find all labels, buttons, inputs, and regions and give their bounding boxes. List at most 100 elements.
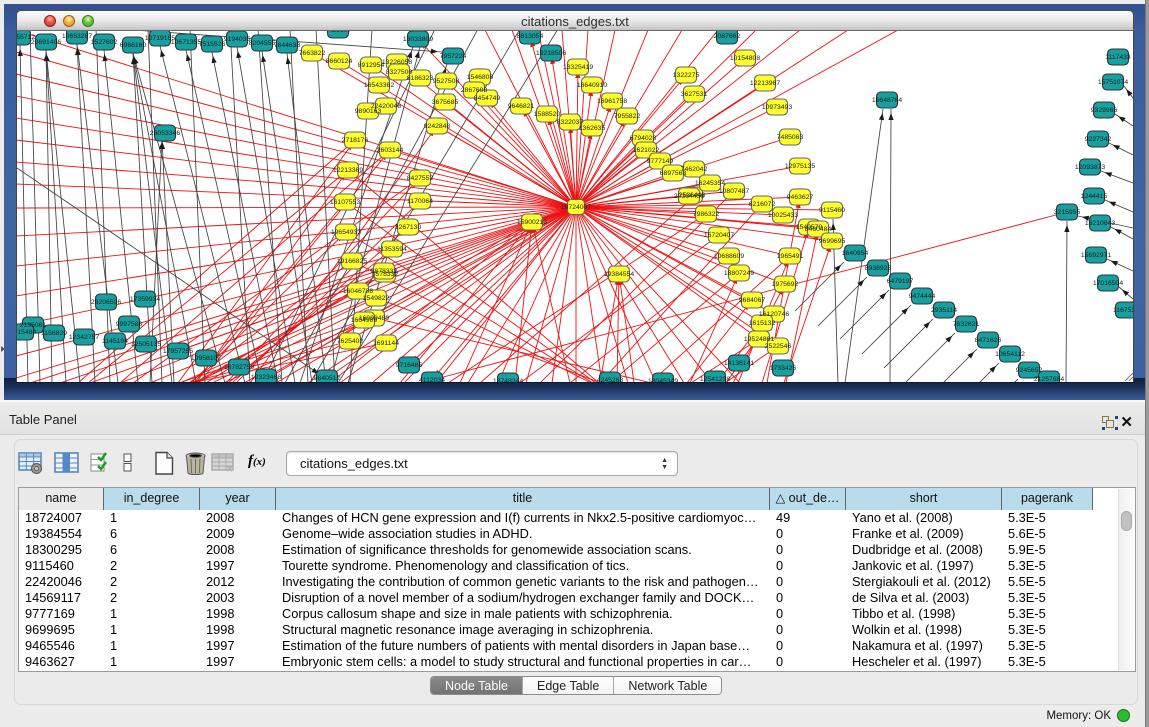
svg-text:8471626: 8471626 (975, 337, 1002, 344)
svg-text:1117433: 1117433 (1105, 54, 1131, 61)
svg-text:1549822: 1549822 (363, 295, 390, 302)
svg-text:9329966: 9329966 (1091, 107, 1118, 114)
svg-text:9684067: 9684067 (739, 297, 766, 304)
svg-text:12541238: 12541238 (700, 376, 730, 382)
svg-text:1604989: 1604989 (351, 317, 378, 324)
svg-text:3215955: 3215955 (1054, 209, 1081, 216)
svg-text:16245354: 16245354 (695, 180, 725, 187)
svg-text:16046788: 16046788 (343, 288, 373, 295)
svg-text:7515526: 7515526 (199, 41, 226, 48)
svg-text:3675685: 3675685 (432, 99, 459, 106)
svg-text:19654933: 19654933 (331, 229, 361, 236)
svg-text:1546808: 1546808 (467, 74, 494, 81)
svg-text:15692971: 15692971 (1081, 252, 1111, 259)
svg-text:22420046: 22420046 (371, 103, 401, 110)
svg-text:9646821: 9646821 (508, 103, 535, 110)
svg-text:6794028: 6794028 (630, 135, 657, 142)
svg-text:2135061: 2135061 (20, 322, 47, 329)
svg-text:9194035: 9194035 (224, 36, 251, 43)
svg-text:9474444: 9474444 (909, 293, 936, 300)
svg-text:1170064: 1170064 (407, 198, 433, 205)
svg-text:2718176: 2718176 (342, 137, 369, 144)
svg-text:9242848: 9242848 (424, 123, 451, 130)
svg-text:1615132: 1615132 (749, 320, 776, 327)
svg-text:1244415: 1244415 (1081, 193, 1108, 200)
svg-text:9699695: 9699695 (819, 238, 846, 245)
svg-text:10654112: 10654112 (995, 351, 1025, 358)
svg-text:2603144: 2603144 (377, 147, 404, 154)
svg-text:9777149: 9777149 (647, 158, 674, 165)
svg-text:17016504: 17016504 (1093, 280, 1123, 287)
svg-text:10958107: 10958107 (191, 355, 221, 362)
svg-text:11353594: 11353594 (377, 246, 407, 253)
svg-text:2935114: 2935114 (931, 307, 957, 314)
svg-text:8938923: 8938923 (865, 265, 892, 272)
svg-text:9527508: 9527508 (433, 78, 460, 85)
svg-text:1588520: 1588520 (534, 111, 561, 118)
svg-text:19218506: 19218506 (536, 50, 566, 57)
svg-text:1362635: 1362635 (579, 125, 606, 132)
svg-text:2867608: 2867608 (461, 87, 488, 94)
svg-text:10025433: 10025433 (768, 212, 798, 219)
svg-text:5878332: 5878332 (371, 268, 398, 275)
svg-text:15751074: 15751074 (1098, 79, 1128, 86)
svg-text:17359934: 17359934 (130, 296, 160, 303)
svg-text:12213369: 12213369 (333, 167, 363, 174)
svg-text:10671355: 10671355 (171, 39, 201, 46)
svg-text:1156829: 1156829 (41, 330, 67, 337)
svg-text:12342757: 12342757 (69, 334, 99, 341)
svg-text:1322275: 1322275 (673, 72, 700, 79)
svg-text:13045349: 13045349 (648, 378, 678, 382)
svg-text:8427552: 8427552 (407, 175, 434, 182)
svg-text:13748244: 13748244 (493, 378, 523, 382)
svg-text:13325419: 13325419 (563, 64, 593, 71)
svg-text:9463627: 9463627 (787, 194, 814, 201)
svg-text:16782759: 16782759 (224, 364, 254, 371)
svg-text:8660124: 8660124 (326, 58, 353, 65)
svg-text:4245263: 4245263 (597, 377, 624, 382)
svg-text:10653287: 10653287 (62, 33, 92, 40)
svg-text:9227342: 9227342 (1085, 136, 1112, 143)
svg-text:8912954: 8912954 (358, 62, 385, 69)
svg-text:7955822: 7955822 (614, 113, 641, 120)
svg-text:12093873: 12093873 (1075, 164, 1105, 171)
svg-text:14136141: 14136141 (724, 360, 754, 367)
svg-text:19524861: 19524861 (744, 336, 774, 343)
svg-text:4429607: 4429607 (325, 31, 352, 34)
svg-text:1733426: 1733426 (770, 365, 797, 372)
svg-text:12505135: 12505135 (131, 341, 161, 348)
svg-text:12213967: 12213967 (750, 80, 780, 87)
svg-text:7663822: 7663822 (299, 50, 326, 57)
svg-text:19384554: 19384554 (604, 271, 634, 278)
svg-text:9997588: 9997588 (116, 321, 143, 328)
svg-text:20691406: 20691406 (31, 39, 61, 46)
svg-text:12323468: 12323468 (251, 374, 281, 381)
svg-text:1167534: 1167534 (1113, 307, 1134, 314)
svg-text:3627531: 3627531 (681, 91, 708, 98)
svg-text:1965491: 1965491 (777, 253, 804, 260)
svg-text:16120746: 16120746 (759, 311, 789, 318)
svg-text:26053346: 26053346 (150, 130, 180, 137)
svg-text:15720407: 15720407 (704, 232, 734, 239)
svg-text:8454749: 8454749 (474, 95, 501, 102)
svg-text:3267130: 3267130 (395, 224, 422, 231)
svg-text:18807249: 18807249 (724, 270, 754, 277)
svg-text:9115460: 9115460 (819, 207, 845, 214)
svg-text:16033809: 16033809 (403, 36, 433, 43)
svg-text:15900213: 15900213 (517, 219, 547, 226)
svg-text:2087662: 2087662 (714, 33, 741, 40)
svg-text:1145194: 1145194 (102, 338, 128, 345)
svg-text:6479197: 6479197 (887, 278, 914, 285)
svg-text:4112034: 4112034 (419, 377, 445, 382)
svg-text:16648784: 16648784 (872, 97, 902, 104)
svg-text:2522546: 2522546 (765, 343, 792, 350)
svg-text:16107553: 16107553 (330, 199, 360, 206)
svg-text:7644633: 7644633 (274, 42, 301, 49)
svg-text:1640954: 1640954 (842, 250, 869, 257)
svg-text:10973493: 10973493 (762, 104, 792, 111)
svg-text:7986322: 7986322 (693, 211, 720, 218)
svg-text:6966160: 6966160 (120, 42, 147, 49)
svg-text:16961758: 16961758 (597, 98, 627, 105)
svg-text:18724007: 18724007 (561, 204, 591, 211)
svg-text:8204555: 8204555 (249, 40, 276, 47)
